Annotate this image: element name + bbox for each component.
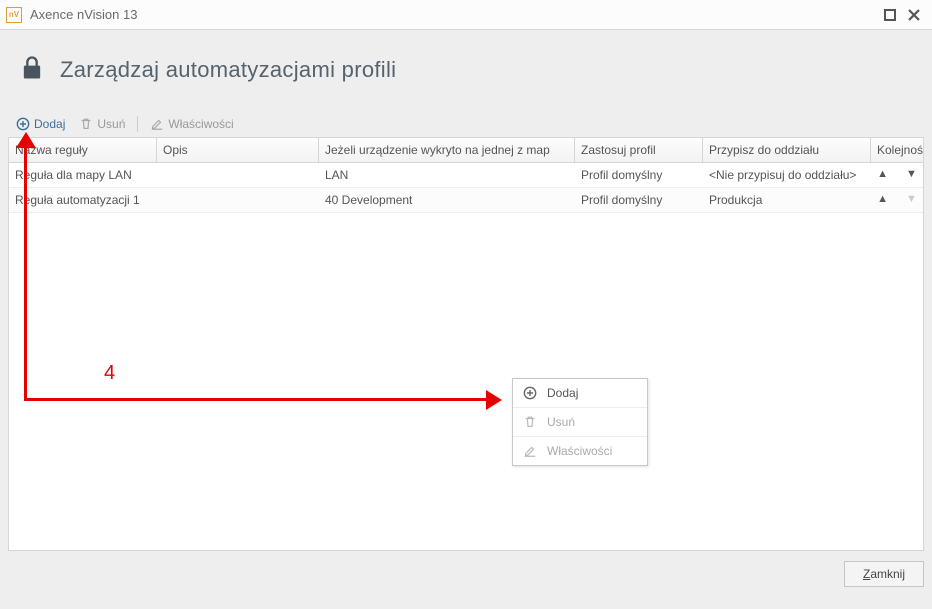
trash-icon	[523, 415, 537, 429]
table-row[interactable]: Reguła dla mapy LAN LANProfil domyślny<Ni…	[9, 163, 923, 188]
app-icon: nV	[6, 7, 22, 23]
ctx-props-label: Właściwości	[547, 444, 612, 458]
move-up-button[interactable]: ▲	[877, 193, 888, 207]
col-order[interactable]: Kolejność ▲	[871, 138, 923, 162]
toolbar: Dodaj Usuń Właściwości	[8, 111, 924, 137]
ctx-delete-label: Usuń	[547, 415, 575, 429]
col-name[interactable]: Nazwa reguły	[9, 138, 157, 162]
page-header: Zarządzaj automatyzacjami profili	[8, 38, 924, 111]
delete-button[interactable]: Usuń	[73, 115, 131, 133]
ctx-add-label: Dodaj	[547, 386, 578, 400]
context-menu: Dodaj Usuń Właściwości	[512, 378, 648, 466]
cell-order: ▲▼	[871, 188, 923, 212]
col-desc[interactable]: Opis	[157, 138, 319, 162]
ctx-delete[interactable]: Usuń	[513, 408, 647, 437]
lock-icon	[18, 54, 46, 85]
plus-circle-icon	[523, 386, 537, 400]
plus-circle-icon	[16, 117, 30, 131]
cell-dept: <Nie przypisuj do oddziału>	[703, 163, 871, 187]
add-button[interactable]: Dodaj	[10, 115, 71, 133]
cell-name: Reguła automatyzacji 1	[9, 188, 157, 212]
cell-dept: Produkcja	[703, 188, 871, 212]
cell-map: LAN	[319, 163, 575, 187]
edit-icon	[150, 117, 164, 131]
cell-order: ▲▼	[871, 163, 923, 187]
page-title: Zarządzaj automatyzacjami profili	[60, 57, 396, 83]
ctx-add[interactable]: Dodaj	[513, 379, 647, 408]
cell-map: 40 Development	[319, 188, 575, 212]
properties-label: Właściwości	[168, 117, 233, 131]
maximize-button[interactable]	[878, 4, 902, 26]
move-down-button[interactable]: ▼	[906, 168, 917, 182]
close-rest: amknij	[870, 567, 905, 581]
edit-icon	[523, 444, 537, 458]
close-icon	[907, 8, 921, 22]
col-order-label: Kolejność	[877, 143, 923, 157]
properties-button[interactable]: Właściwości	[144, 115, 239, 133]
cell-desc	[157, 188, 319, 212]
add-label: Dodaj	[34, 117, 65, 131]
ctx-props[interactable]: Właściwości	[513, 437, 647, 465]
table-row[interactable]: Reguła automatyzacji 1 40 DevelopmentProf…	[9, 188, 923, 213]
trash-icon	[79, 117, 93, 131]
col-dept[interactable]: Przypisz do oddziału	[703, 138, 871, 162]
move-up-button[interactable]: ▲	[877, 168, 888, 182]
cell-desc	[157, 163, 319, 187]
move-down-button: ▼	[906, 193, 917, 207]
window-title-bar: nV Axence nVision 13	[0, 0, 932, 30]
toolbar-separator	[137, 116, 138, 132]
cell-profile: Profil domyślny	[575, 163, 703, 187]
grid-header: Nazwa reguły Opis Jeżeli urządzenie wykr…	[9, 138, 923, 163]
delete-label: Usuń	[97, 117, 125, 131]
dialog-footer: Zamknij	[8, 551, 924, 587]
maximize-icon	[883, 8, 897, 22]
col-map[interactable]: Jeżeli urządzenie wykryto na jednej z ma…	[319, 138, 575, 162]
col-profile[interactable]: Zastosuj profil	[575, 138, 703, 162]
close-button[interactable]: Zamknij	[844, 561, 924, 587]
cell-profile: Profil domyślny	[575, 188, 703, 212]
rules-grid: Nazwa reguły Opis Jeżeli urządzenie wykr…	[8, 137, 924, 551]
cell-name: Reguła dla mapy LAN	[9, 163, 157, 187]
window-title: Axence nVision 13	[30, 7, 878, 22]
close-window-button[interactable]	[902, 4, 926, 26]
